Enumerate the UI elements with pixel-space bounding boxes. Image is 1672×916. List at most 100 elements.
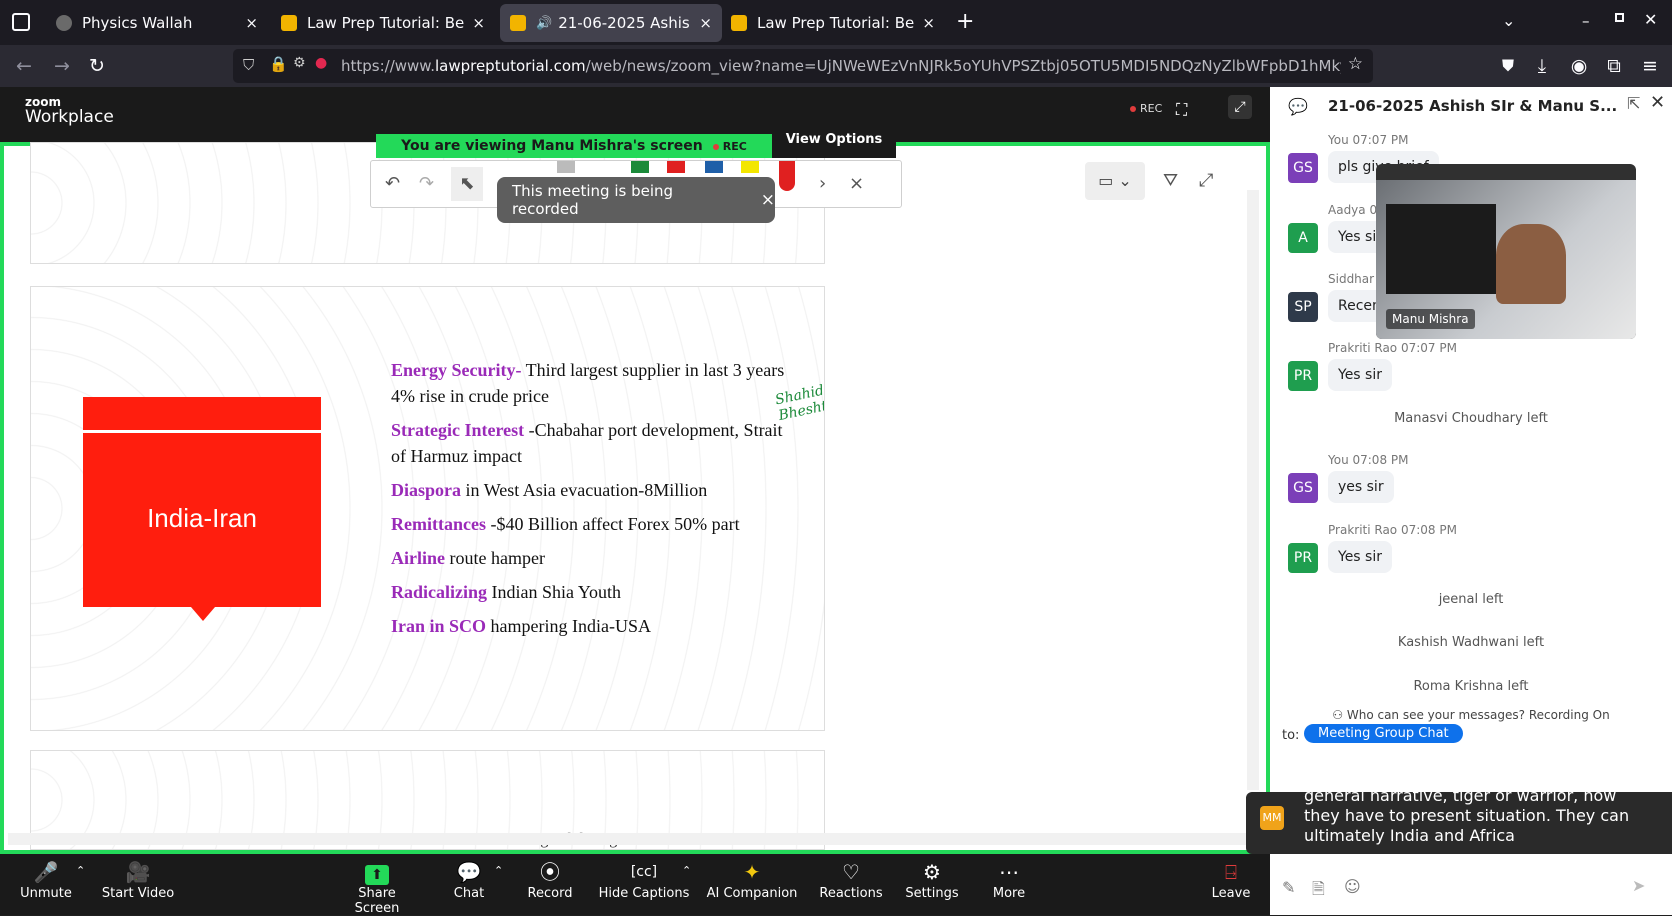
- share-screen-icon: ⬆: [334, 858, 420, 886]
- forward-icon[interactable]: →: [50, 54, 74, 78]
- account-icon[interactable]: ◉: [1567, 54, 1591, 78]
- tab-physics-wallah[interactable]: Physics Wallah ×: [46, 4, 268, 42]
- video-name-label: Manu Mishra: [1386, 309, 1475, 329]
- tab-zoom-meeting[interactable]: 🔊 21-06-2025 Ashish S ×: [500, 4, 722, 42]
- leave-button[interactable]: ⍈ Leave: [1206, 858, 1256, 901]
- url-bar[interactable]: ⛉ 🔒 ⚙ ● https://www.lawpreptutorial.com/…: [233, 49, 1373, 83]
- send-icon[interactable]: ➤: [1632, 876, 1645, 895]
- zoom-workplace-logo: zoom Workplace: [25, 95, 114, 127]
- bullet-strategic: Strategic Interest -Chabahar port develo…: [391, 420, 783, 466]
- chevron-down-icon[interactable]: ⌄: [1502, 11, 1515, 30]
- color-blue-swatch[interactable]: [705, 161, 723, 173]
- menu-icon[interactable]: ≡: [1638, 54, 1662, 78]
- shield-icon[interactable]: ⛉: [243, 56, 254, 74]
- sparkle-icon: ✦: [743, 860, 761, 884]
- annotate-icon[interactable]: ⛛: [1163, 170, 1178, 191]
- cc-icon: [cc]: [630, 864, 658, 880]
- vertical-scrollbar[interactable]: [1247, 190, 1259, 790]
- minimize-icon[interactable]: –: [1582, 12, 1590, 30]
- chat-message: Yes sir: [1328, 359, 1392, 391]
- close-tab-icon[interactable]: ×: [245, 14, 258, 32]
- horizontal-scrollbar[interactable]: [8, 833, 1248, 845]
- tab-title: Physics Wallah: [82, 14, 193, 32]
- msg-meta: Prakriti Rao 07:08 PM: [1328, 523, 1457, 537]
- color-red-swatch[interactable]: [667, 161, 685, 173]
- leave-icon: ⍈: [1225, 860, 1237, 884]
- redo-icon[interactable]: ↷: [419, 173, 434, 194]
- bullet-diaspora: Diaspora in West Asia evacuation-8Millio…: [391, 480, 708, 500]
- unmute-button[interactable]: 🎤 Unmute: [18, 858, 74, 901]
- who-can-see-link[interactable]: ⚇ Who can see your messages? Recording O…: [1270, 708, 1672, 722]
- avatar: PR: [1288, 361, 1318, 391]
- color-gray-swatch[interactable]: [557, 161, 575, 173]
- speaker-icon[interactable]: 🔊: [536, 16, 552, 31]
- maximize-icon[interactable]: [1615, 13, 1624, 22]
- fullscreen-icon[interactable]: ⤢: [1228, 95, 1252, 119]
- undo-icon[interactable]: ↶: [385, 173, 400, 194]
- avatar: GS: [1288, 473, 1318, 503]
- chevron-up-icon[interactable]: ⌃: [76, 864, 85, 877]
- close-window-icon[interactable]: ✕: [1644, 10, 1657, 29]
- close-tab-icon[interactable]: ×: [922, 14, 935, 32]
- msg-meta: You 07:07 PM: [1328, 133, 1409, 147]
- tab-law-prep-1[interactable]: Law Prep Tutorial: Best C ×: [271, 4, 495, 42]
- chevron-right-icon[interactable]: ›: [819, 173, 826, 194]
- pocket-icon[interactable]: ⛊: [1496, 54, 1520, 78]
- settings-button[interactable]: ⚙ Settings: [900, 858, 964, 901]
- chat-button[interactable]: 💬 Chat: [444, 858, 494, 901]
- recipient-selector[interactable]: Meeting Group Chat: [1304, 724, 1463, 743]
- side-by-side-icon[interactable]: ▭ ⌄: [1085, 162, 1145, 200]
- heart-icon: ♡: [842, 860, 860, 884]
- reactions-button[interactable]: ♡ Reactions: [814, 858, 888, 901]
- color-yellow-swatch[interactable]: [741, 161, 759, 173]
- msg-meta: Aadya 0: [1328, 203, 1378, 217]
- bullet-remittances: Remittances -$40 Billion affect Forex 50…: [391, 514, 740, 534]
- bookmark-star-icon[interactable]: ☆: [1348, 54, 1363, 74]
- select-icon[interactable]: ⬉: [451, 167, 483, 201]
- new-tab-button[interactable]: +: [956, 9, 974, 34]
- expand-icon[interactable]: ⤢: [1199, 170, 1213, 191]
- permissions-icon[interactable]: ⚙: [293, 55, 306, 71]
- close-icon[interactable]: ×: [849, 173, 864, 194]
- video-off-icon: 🎥: [125, 860, 151, 884]
- close-tab-icon[interactable]: ×: [699, 14, 712, 32]
- ai-companion-button[interactable]: ✦ AI Companion: [706, 858, 798, 901]
- bullet-energy: Energy Security- Third largest supplier …: [391, 360, 785, 406]
- msg-meta: Siddhar: [1328, 272, 1375, 286]
- avatar: A: [1288, 223, 1318, 253]
- more-button[interactable]: ⋯ More: [984, 858, 1034, 901]
- format-icon[interactable]: ✎: [1282, 878, 1295, 897]
- file-icon[interactable]: 🗎: [1312, 878, 1325, 905]
- extensions-icon[interactable]: ⧉: [1602, 54, 1626, 78]
- downloads-icon[interactable]: ⤓: [1530, 54, 1554, 78]
- back-icon[interactable]: ←: [12, 54, 36, 78]
- color-green-swatch[interactable]: [631, 161, 649, 173]
- hide-captions-button[interactable]: [cc] Hide Captions: [596, 858, 692, 901]
- law-prep-favicon-icon: [510, 15, 526, 31]
- tab-law-prep-2[interactable]: Law Prep Tutorial: Best C ×: [721, 4, 945, 42]
- popout-icon[interactable]: ⇱: [1627, 94, 1640, 113]
- chevron-up-icon[interactable]: ⌃: [682, 864, 691, 877]
- view-options-button[interactable]: View Options: [772, 133, 896, 158]
- speaker-video[interactable]: Manu Mishra: [1376, 164, 1636, 339]
- close-tab-icon[interactable]: ×: [472, 14, 485, 32]
- url-text[interactable]: https://www.lawpreptutorial.com/web/news…: [341, 57, 1341, 75]
- chat-title: 21-06-2025 Ashish SIr & Manu S...: [1328, 97, 1618, 115]
- start-video-button[interactable]: 🎥 Start Video: [98, 858, 178, 901]
- reload-icon[interactable]: ↻: [85, 54, 109, 78]
- tab-list-icon[interactable]: [12, 13, 30, 31]
- chat-input-area[interactable]: ✎ 🗎 ☺ ➤: [1270, 860, 1672, 915]
- record-button[interactable]: ⦿ Record: [522, 858, 578, 901]
- tab-title: 21-06-2025 Ashish S: [558, 14, 691, 32]
- chevron-up-icon[interactable]: ⌃: [494, 864, 503, 877]
- live-caption: MM general narrative, tiger or warrior, …: [1246, 792, 1672, 854]
- more-icon: ⋯: [999, 860, 1019, 884]
- close-chat-icon[interactable]: ✕: [1650, 92, 1665, 113]
- pen-tool-icon[interactable]: [779, 161, 795, 191]
- lock-icon[interactable]: 🔒: [269, 55, 288, 73]
- emoji-icon[interactable]: ☺: [1344, 877, 1361, 896]
- microphone-icon[interactable]: ●: [315, 55, 327, 71]
- layout-icon[interactable]: ⛶: [1176, 100, 1187, 120]
- share-screen-button[interactable]: ⬆ Share Screen: [334, 858, 420, 916]
- toast-close-icon[interactable]: ×: [761, 190, 775, 210]
